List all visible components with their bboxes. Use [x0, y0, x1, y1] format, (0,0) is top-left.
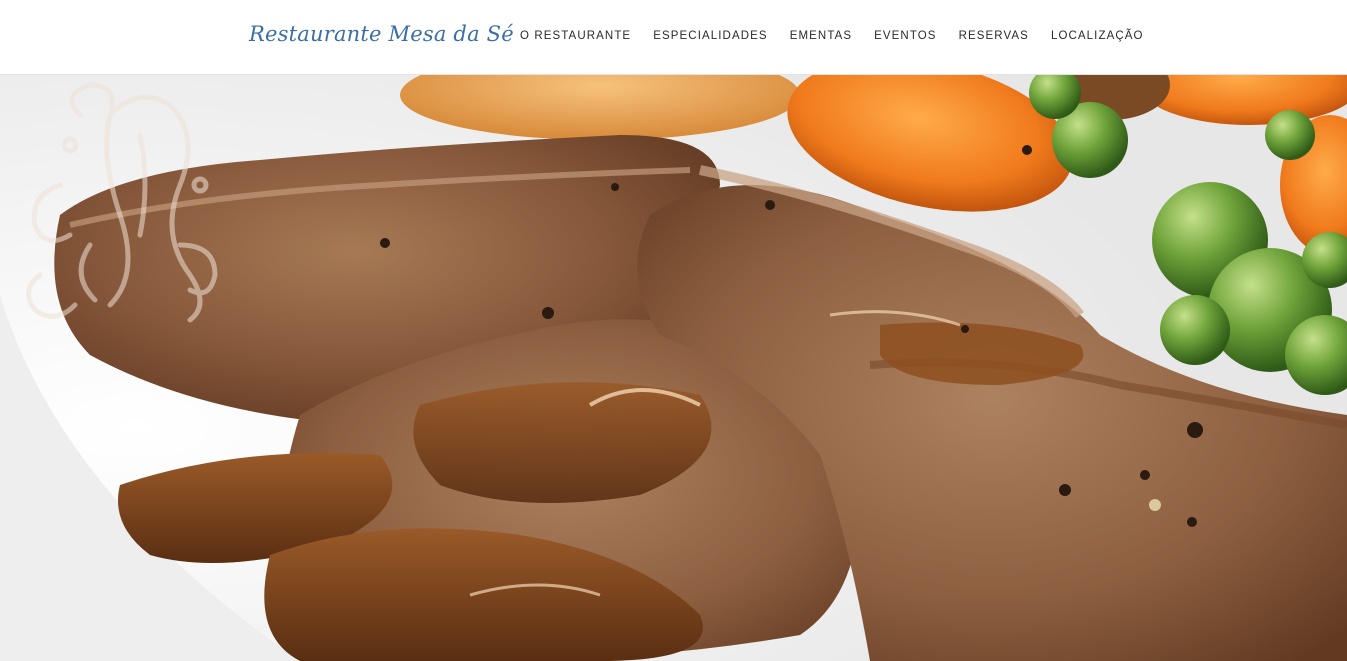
hero-food-image — [0, 75, 1347, 661]
site-header: Restaurante Mesa da Sé O RESTAURANTE ESP… — [0, 0, 1347, 75]
brand-logo-link[interactable]: Restaurante Mesa da Sé — [249, 22, 514, 46]
nav-item-reservas[interactable]: RESERVAS — [959, 30, 1029, 42]
ms-monogram-icon — [26, 82, 218, 323]
nav-item-eventos[interactable]: EVENTOS — [874, 30, 936, 42]
nav-item-ementas[interactable]: EMENTAS — [790, 30, 852, 42]
main-nav: O RESTAURANTE ESPECIALIDADES EMENTAS EVE… — [520, 30, 1144, 42]
nav-item-o-restaurante[interactable]: O RESTAURANTE — [520, 30, 631, 42]
nav-item-especialidades[interactable]: ESPECIALIDADES — [653, 30, 767, 42]
nav-item-localizacao[interactable]: LOCALIZAÇÃO — [1051, 30, 1144, 42]
